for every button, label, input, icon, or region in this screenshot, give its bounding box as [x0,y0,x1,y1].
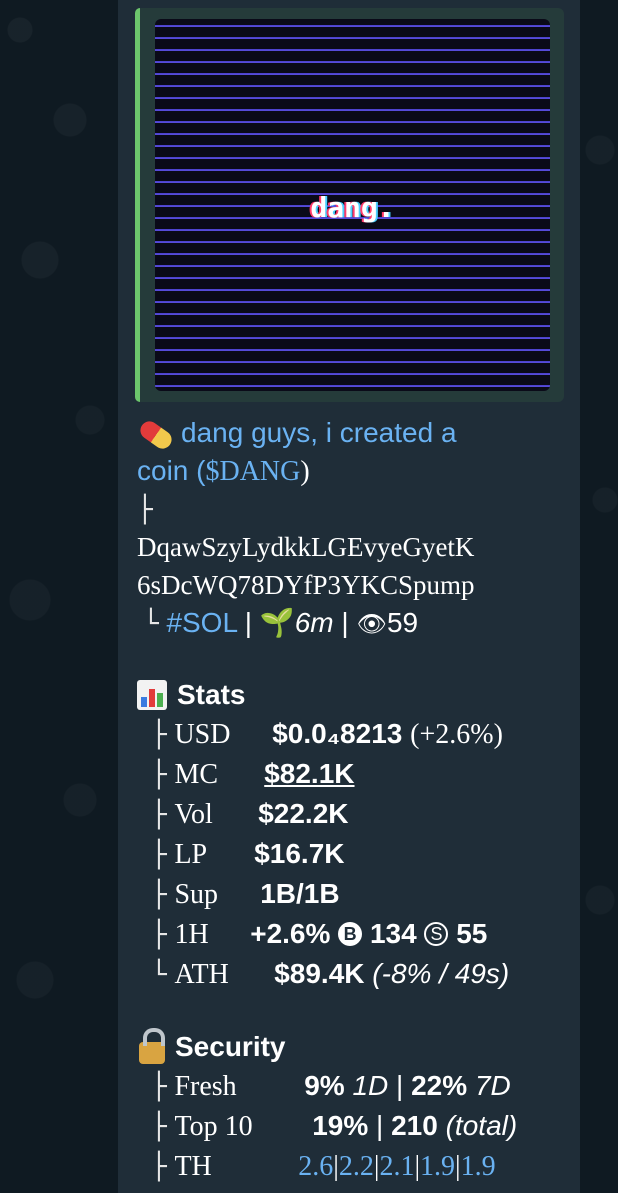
contract-address-2[interactable]: 6sDcWQ78DYfP3YKCSpump [137,566,577,604]
top-holder-link[interactable]: 2.2 [339,1151,374,1182]
tree-branch: ├ [151,1152,167,1182]
stat-mc: ├ MC $82.1K [137,754,577,794]
sprout-icon: 🌱 [259,607,295,638]
tree-branch: └ [143,609,159,639]
separator: | [396,1070,404,1101]
period-7d: 7D [474,1070,511,1101]
title-line: dang guys, i created a [136,414,577,452]
security-label: Top 10 [174,1111,253,1142]
view-count: 59 [386,607,419,638]
security-title: Security [175,1031,286,1062]
tree-branch: ├ [151,760,167,790]
fresh-pct-7d: 22% [411,1070,468,1101]
top-holder-link[interactable]: 2.1 [379,1151,414,1182]
stat-label: 1H [174,919,209,950]
stat-detail: (-8% / 49s) [372,958,510,989]
stat-label: USD [174,719,231,750]
security-fresh: ├ Fresh 9% 1D | 22% 7D [137,1066,577,1106]
tree-branch: ├ [137,495,153,525]
stat-label: LP [174,839,208,870]
stat-supply: ├ Sup 1B/1B [137,874,577,914]
security-top10: ├ Top 10 19% | 210 (total) [137,1106,577,1146]
security-label: Fresh [174,1071,237,1102]
tree-branch: ├ [151,840,167,870]
separator: | [341,607,349,638]
tree-branch: ├ [151,1112,167,1142]
stat-usd: ├ USD $0.0₄8213 (+2.6%) [137,714,577,754]
tree-branch: ├ [151,920,167,950]
bar-chart-icon [137,679,167,710]
tree-branch: ├ [151,720,167,750]
branch-top-line: ├ [137,490,577,528]
stat-label: Vol [174,799,213,830]
holder-count: 210 [391,1110,438,1141]
preview-image-text: dang. [310,191,395,224]
preview-image[interactable]: dang. [155,19,550,391]
pill-icon [136,417,176,452]
buy-count: 134 [369,918,417,949]
stat-lp: ├ LP $16.7K [137,834,577,874]
chain-hashtag[interactable]: #SOL [166,607,237,638]
tree-branch: ├ [151,800,167,830]
security-th: ├ TH 2.6|2.2|2.1|1.9|1.9 [137,1146,577,1186]
stat-vol: ├ Vol $22.2K [137,794,577,834]
stat-1h: ├ 1H +2.6% B 134 S 55 [137,914,577,954]
preview-accent-bar [135,8,140,402]
separator: | [244,607,253,638]
top-holder-link[interactable]: 1.9 [461,1151,496,1182]
stats-header: Stats [137,676,577,714]
stat-label: ATH [174,959,229,990]
paren-close: ) [300,456,310,487]
period-1d: 1D [352,1070,389,1101]
security-header: Security [137,1027,577,1066]
meta-line: └ #SOL | 🌱6m | 👁59 [137,604,577,642]
message-text: dang guys, i created a coin ($DANG) ├ Dq… [136,414,577,1186]
stat-value: 1B/1B [260,878,340,909]
stat-value: $22.2K [258,798,349,829]
eye-icon: 👁 [356,611,387,638]
lock-icon [139,1027,165,1064]
sells-icon: S [424,921,449,946]
stat-value: $16.7K [254,838,345,869]
stat-value: $89.4K [274,958,365,989]
title-line-2: coin ($DANG) [137,452,577,490]
coin-title[interactable]: dang guys, i created a [181,417,457,448]
tree-branch: ├ [151,1072,167,1102]
contract-address-1[interactable]: DqawSzyLydkkLGEvyeGyetK [137,528,577,566]
tree-branch: └ [151,960,167,990]
stat-ath: └ ATH $89.4K (-8% / 49s) [137,954,577,994]
stat-change: (+2.6%) [410,719,503,750]
stats-title: Stats [177,679,246,710]
address-part-2[interactable]: 6sDcWQ78DYfP3YKCSpump [137,570,475,600]
stat-value: $0.0₄8213 [272,718,403,749]
buys-icon: B [338,921,363,946]
holder-note: (total) [445,1110,518,1141]
sell-count: 55 [456,918,488,949]
top-holder-link[interactable]: 2.6 [298,1151,333,1182]
link-preview[interactable]: dang. [135,8,564,402]
stat-label: Sup [174,879,219,910]
tree-branch: ├ [151,880,167,910]
coin-title-cont[interactable]: coin ( [137,455,205,486]
top-holder-link[interactable]: 1.9 [420,1151,455,1182]
ticker-link[interactable]: $DANG [205,456,300,487]
market-cap-link[interactable]: $82.1K [264,758,354,789]
top10-pct: 19% [312,1110,369,1141]
stat-label: MC [174,759,219,790]
address-part-1[interactable]: DqawSzyLydkkLGEvyeGyetK [137,532,474,562]
stat-change: +2.6% [250,918,331,949]
token-age: 6m [294,607,334,638]
security-label: TH [174,1151,212,1182]
fresh-pct-1d: 9% [304,1070,345,1101]
separator: | [376,1110,384,1141]
